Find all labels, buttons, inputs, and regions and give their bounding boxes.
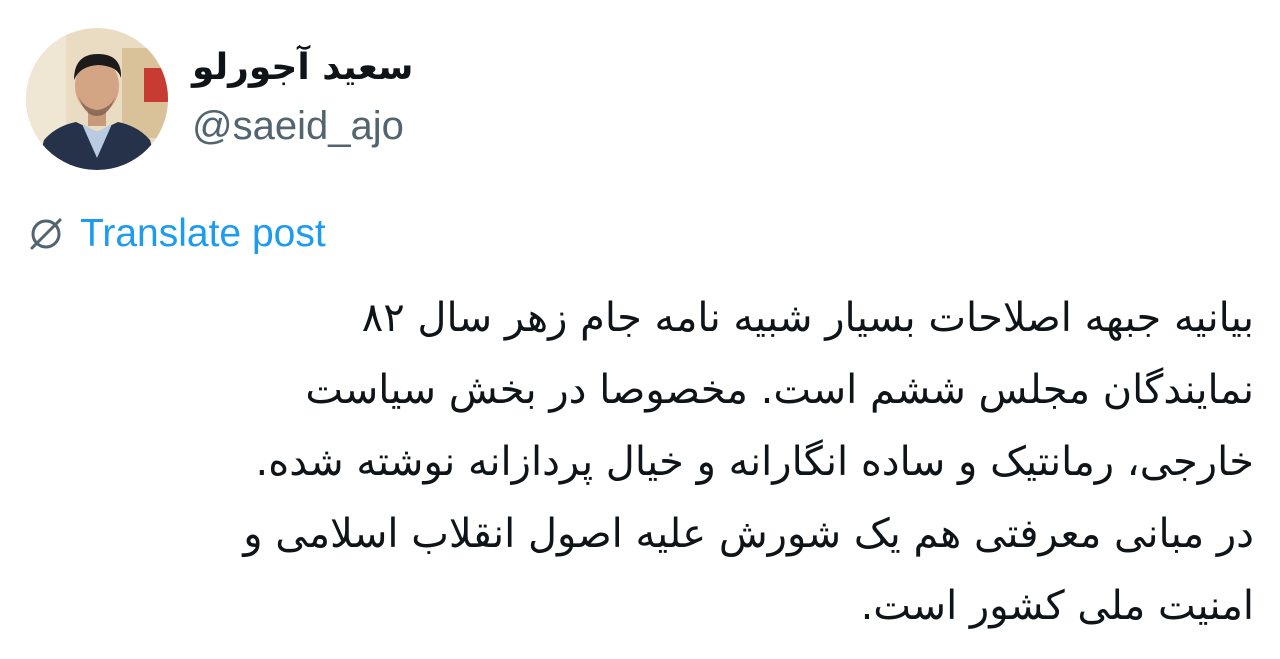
post-line: بیانیه جبهه اصلاحات بسیار شبیه نامه جام …	[361, 295, 1254, 341]
post-line: نمایندگان مجلس ششم است. مخصوصا در بخش سی…	[305, 367, 1254, 413]
author-names: سعید آجورلو @saeid_ajo	[192, 44, 413, 154]
globe-translate-icon	[26, 214, 66, 254]
display-name[interactable]: سعید آجورلو	[192, 44, 413, 92]
translate-post-button[interactable]: Translate post	[26, 208, 326, 260]
translate-post-label: Translate post	[80, 212, 326, 255]
avatar-image	[26, 27, 168, 170]
post-line: خارجی، رمانتیک و ساده انگارانه و خیال پر…	[255, 439, 1254, 485]
post-header: سعید آجورلو @saeid_ajo	[26, 26, 413, 171]
post-text: بیانیه جبهه اصلاحات بسیار شبیه نامه جام …	[22, 282, 1254, 642]
avatar[interactable]	[26, 27, 168, 170]
user-handle[interactable]: @saeid_ajo	[192, 98, 413, 154]
post-line: امنیت ملی کشور است.	[860, 583, 1254, 629]
post-line: در مبانی معرفتی هم یک شورش علیه اصول انق…	[243, 511, 1254, 557]
